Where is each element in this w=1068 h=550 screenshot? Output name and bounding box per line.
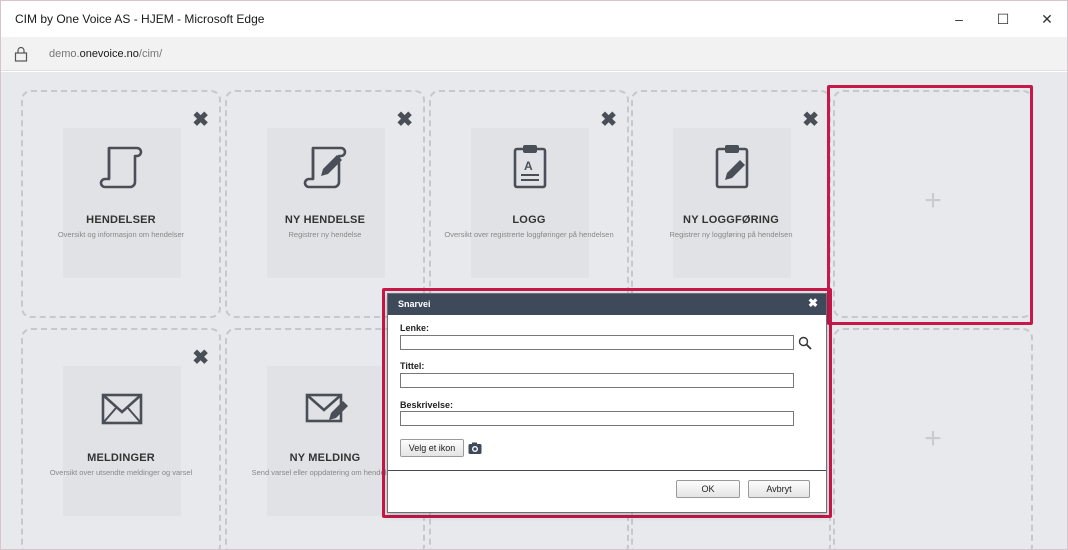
tile-description: Oversikt og informasjon om hendelser — [57, 230, 185, 239]
tile-title: LOGG — [512, 214, 546, 226]
url-text[interactable]: demo.onevoice.no/cim/ — [49, 48, 162, 60]
close-window-button[interactable]: ✕ — [1025, 7, 1067, 31]
remove-tile-icon[interactable]: ✖ — [192, 348, 209, 368]
address-bar[interactable]: demo.onevoice.no/cim/ — [1, 37, 1067, 71]
tile-meldinger[interactable]: ✖ MELDINGER Oversikt over utsendte meldi… — [21, 328, 221, 549]
tile-ny-loggforing[interactable]: ✖ NY LOGGFØRING Registrer ny loggføring … — [631, 90, 831, 318]
tile-description: Registrer ny hendelse — [288, 230, 362, 239]
shortcut-dialog: Snarvei ✖ Lenke: Tittel: Beskrivelse: Ve… — [387, 293, 827, 513]
clipboard-pencil-icon — [715, 145, 749, 189]
add-tile-slot[interactable]: + — [833, 328, 1033, 549]
tile-description: Oversikt over registrerte loggføringer p… — [444, 230, 614, 239]
cancel-button[interactable]: Avbryt — [748, 480, 810, 498]
envelope-pencil-icon — [305, 393, 348, 423]
envelope-icon — [101, 393, 143, 425]
dialog-divider — [388, 470, 826, 471]
title-bar: CIM by One Voice AS - HJEM - Microsoft E… — [1, 1, 1067, 37]
search-icon[interactable] — [798, 336, 812, 350]
remove-tile-icon[interactable]: ✖ — [192, 110, 209, 130]
url-prefix: demo. — [49, 48, 80, 60]
minimize-button[interactable]: – — [937, 7, 981, 31]
browser-window: CIM by One Voice AS - HJEM - Microsoft E… — [0, 0, 1068, 550]
camera-icon[interactable] — [468, 441, 482, 455]
link-input[interactable] — [400, 335, 794, 350]
window-title: CIM by One Voice AS - HJEM - Microsoft E… — [15, 12, 265, 26]
link-label: Lenke: — [400, 323, 430, 333]
lock-icon — [14, 46, 28, 62]
scroll-pencil-icon — [303, 146, 347, 189]
tile-description: Registrer ny loggføring på hendelsen — [669, 230, 793, 239]
dialog-header: Snarvei ✖ — [388, 294, 826, 315]
description-label: Beskrivelse: — [400, 400, 454, 410]
maximize-button[interactable]: ☐ — [981, 7, 1025, 31]
tile-title: MELDINGER — [87, 452, 155, 464]
title-input[interactable] — [400, 373, 794, 388]
scroll-icon — [99, 146, 143, 189]
tile-title: NY HENDELSE — [284, 214, 366, 226]
description-input[interactable] — [400, 411, 794, 426]
tile-logg[interactable]: ✖ A LOGG Oversikt over registrerte loggf… — [429, 90, 629, 318]
tile-title: NY LOGGFØRING — [683, 214, 779, 226]
tile-ny-hendelse[interactable]: ✖ NY HENDELSE Registrer ny hendelse — [225, 90, 425, 318]
choose-icon-button[interactable]: Velg et ikon — [400, 439, 464, 457]
dialog-title: Snarvei — [398, 299, 431, 309]
remove-tile-icon[interactable]: ✖ — [396, 110, 413, 130]
remove-tile-icon[interactable]: ✖ — [802, 110, 819, 130]
clipboard-icon: A — [513, 145, 547, 189]
dialog-close-icon[interactable]: ✖ — [808, 297, 818, 309]
url-path: /cim/ — [138, 48, 163, 60]
tile-description: Oversikt over utsendte meldinger og vars… — [49, 468, 193, 477]
ok-button[interactable]: OK — [676, 480, 740, 498]
add-tile-slot[interactable]: + — [833, 90, 1033, 318]
title-label: Tittel: — [400, 361, 425, 371]
plus-icon: + — [924, 184, 942, 217]
plus-icon: + — [924, 422, 942, 455]
url-domain: onevoice.no — [79, 48, 139, 60]
svg-text:A: A — [524, 159, 533, 173]
tile-title: HENDELSER — [86, 214, 156, 226]
tile-hendelser[interactable]: ✖ HENDELSER Oversikt og informasjon om h… — [21, 90, 221, 318]
remove-tile-icon[interactable]: ✖ — [600, 110, 617, 130]
